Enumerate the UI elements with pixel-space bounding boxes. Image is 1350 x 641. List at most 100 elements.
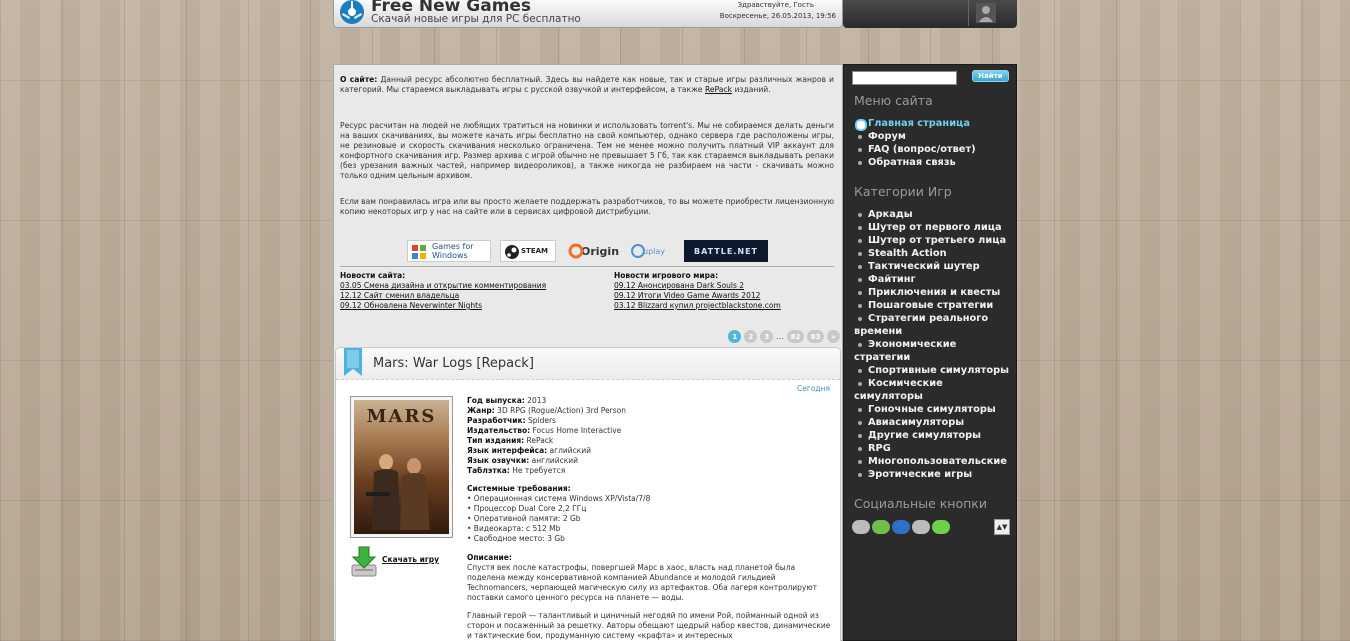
- site-header: Free New Games Скачай новые игры для PC …: [333, 0, 843, 28]
- scroll-button[interactable]: ▲▼: [994, 519, 1010, 535]
- divider: [340, 266, 834, 267]
- store-label: Origin: [581, 244, 620, 258]
- entry-title[interactable]: Mars: War Logs [Repack]: [373, 356, 534, 371]
- detail-value: RePack: [524, 436, 554, 445]
- download-icon[interactable]: [350, 545, 378, 577]
- uplay-logo[interactable]: uplay: [627, 240, 677, 262]
- sysreq-item: • Свободное место: 3 Gb: [467, 534, 565, 543]
- store-label: STEAM: [521, 247, 548, 255]
- detail-label: Жанр:: [467, 406, 495, 415]
- detail-value: аглийский: [547, 446, 592, 455]
- steam-logo[interactable]: STEAM: [500, 240, 556, 262]
- category-item[interactable]: Шутер от первого лица: [854, 221, 1014, 234]
- social-share-icon[interactable]: [932, 520, 950, 534]
- datetime-text: Воскресенье, 26.05.2013, 19:56: [719, 12, 836, 20]
- category-item[interactable]: Stealth Action: [854, 247, 1014, 260]
- detail-label: Разработчик:: [467, 416, 526, 425]
- detail-row: Разработчик: Spiders: [467, 416, 832, 426]
- search-input[interactable]: [852, 71, 957, 85]
- page-button[interactable]: 2: [744, 330, 758, 343]
- news-link[interactable]: 09.12 Анонсирована Dark Souls 2: [614, 281, 854, 291]
- social-buttons: [852, 520, 950, 534]
- detail-value: Не требуется: [509, 466, 566, 475]
- category-item[interactable]: Тактический шутер: [854, 260, 1014, 273]
- menu-item-home[interactable]: Главная страница: [854, 117, 1014, 131]
- news-link[interactable]: 03.05 Смена дизайна и открытие комментир…: [340, 281, 580, 291]
- category-item[interactable]: Эротические игры: [854, 468, 1014, 481]
- uplay-icon: [631, 244, 645, 258]
- page-button[interactable]: 83: [807, 330, 824, 343]
- about-tail: изданий.: [732, 85, 771, 94]
- detail-row: Таблэтка: Не требуется: [467, 466, 832, 476]
- social-share-icon[interactable]: [912, 520, 930, 534]
- detail-value: английский: [529, 456, 579, 465]
- logo-icon[interactable]: [336, 0, 368, 27]
- category-item[interactable]: Авиасимуляторы: [854, 416, 1014, 429]
- category-item[interactable]: Приключения и квесты: [854, 286, 1014, 299]
- social-heading: Социальные кнопки: [854, 496, 987, 511]
- user-avatar-icon[interactable]: [976, 3, 996, 23]
- category-item[interactable]: Аркады: [854, 208, 1014, 221]
- detail-label: Год выпуска:: [467, 396, 525, 405]
- menu-item-faq[interactable]: FAQ (вопрос/ответ): [854, 143, 1014, 156]
- category-item[interactable]: Космические симуляторы: [854, 377, 1014, 403]
- detail-row: Язык озвучки: английский: [467, 456, 832, 466]
- battlenet-logo[interactable]: BATTLE.NET: [684, 240, 768, 262]
- menu-item-feedback[interactable]: Обратная связь: [854, 156, 1014, 169]
- detail-label: Язык озвучки:: [467, 456, 530, 465]
- divider: [968, 0, 969, 26]
- news-link[interactable]: 09.12 Итоги Video Game Awards 2012: [614, 291, 854, 301]
- news-link[interactable]: 03.12 Blizzard купил projectblackstone.c…: [614, 301, 854, 311]
- category-item[interactable]: Файтинг: [854, 273, 1014, 286]
- page-button[interactable]: 82: [787, 330, 804, 343]
- info-paragraph: Ресурс расчитан на людей не любящих трат…: [340, 121, 834, 180]
- download-game-link[interactable]: Скачать игру: [382, 555, 439, 564]
- category-item[interactable]: Многопользовательские: [854, 455, 1014, 468]
- news-link[interactable]: 09.12 Обновлена Neverwinter Nights: [340, 301, 580, 311]
- store-label: BATTLE.NET: [694, 246, 758, 256]
- next-page-button[interactable]: »: [827, 330, 840, 343]
- store-label: uplay: [643, 246, 666, 256]
- entry-header: Mars: War Logs [Repack]: [336, 348, 840, 380]
- description-paragraph: Спустя век после катастрофы, повергшей М…: [467, 563, 818, 602]
- page-button[interactable]: 3: [760, 330, 774, 343]
- site-subtitle: Скачай новые игры для PC бесплатно: [371, 13, 581, 25]
- category-item[interactable]: Пошаговые стратегии: [854, 299, 1014, 312]
- games-for-windows-logo[interactable]: Games for Windows: [407, 240, 491, 262]
- search-button[interactable]: Найти: [972, 70, 1009, 82]
- menu-item-forum[interactable]: Форум: [854, 130, 1014, 143]
- sysreq-item: • Операционная система Windows XP/Vista/…: [467, 494, 651, 503]
- category-item[interactable]: Гоночные симуляторы: [854, 403, 1014, 416]
- social-share-icon[interactable]: [892, 520, 910, 534]
- categories-heading: Категории Игр: [854, 184, 952, 199]
- game-description: Описание: Спустя век после катастрофы, п…: [467, 553, 832, 641]
- news-link[interactable]: 12.12 Сайт сменил владельца: [340, 291, 580, 301]
- social-share-icon[interactable]: [872, 520, 890, 534]
- sysreq-item: • Видеокарта: с 512 Mb: [467, 524, 561, 533]
- detail-row: Жанр: 3D RPG (Rogue/Action) 3rd Person: [467, 406, 832, 416]
- site-news-heading: Новости сайта:: [340, 271, 406, 280]
- main-content: О сайте: Данный ресурс абсолютно бесплат…: [333, 64, 843, 641]
- cover-figures: [366, 454, 430, 530]
- category-item[interactable]: Стратегии реального времени: [854, 312, 1014, 338]
- steam-icon: [505, 245, 519, 259]
- category-item[interactable]: RPG: [854, 442, 1014, 455]
- origin-logo[interactable]: Origin: [565, 240, 620, 262]
- game-cover-image[interactable]: MARS: [350, 396, 453, 538]
- category-item[interactable]: Экономические стратегии: [854, 338, 1014, 364]
- game-details: Год выпуска: 2013 Жанр: 3D RPG (Rogue/Ac…: [467, 396, 832, 544]
- detail-label: Издательство:: [467, 426, 531, 435]
- repack-link[interactable]: RePack: [705, 85, 732, 94]
- entry-date: Сегодня: [797, 384, 830, 393]
- social-share-icon[interactable]: [852, 520, 870, 534]
- detail-row: Язык интерфейса: аглийский: [467, 446, 832, 456]
- site-news: Новости сайта: 03.05 Смена дизайна и отк…: [340, 271, 580, 311]
- category-item[interactable]: Шутер от третьего лица: [854, 234, 1014, 247]
- cover-art: MARS: [354, 400, 449, 534]
- category-item[interactable]: Спортивные симуляторы: [854, 364, 1014, 377]
- page-button-current[interactable]: 1: [728, 330, 742, 343]
- sysreq-item: • Процессор Dual Core 2,2 ГГц: [467, 504, 587, 513]
- sysreq-label: Системные требования:: [467, 484, 571, 493]
- detail-label: Тип издания:: [467, 436, 525, 445]
- category-item[interactable]: Другие симуляторы: [854, 429, 1014, 442]
